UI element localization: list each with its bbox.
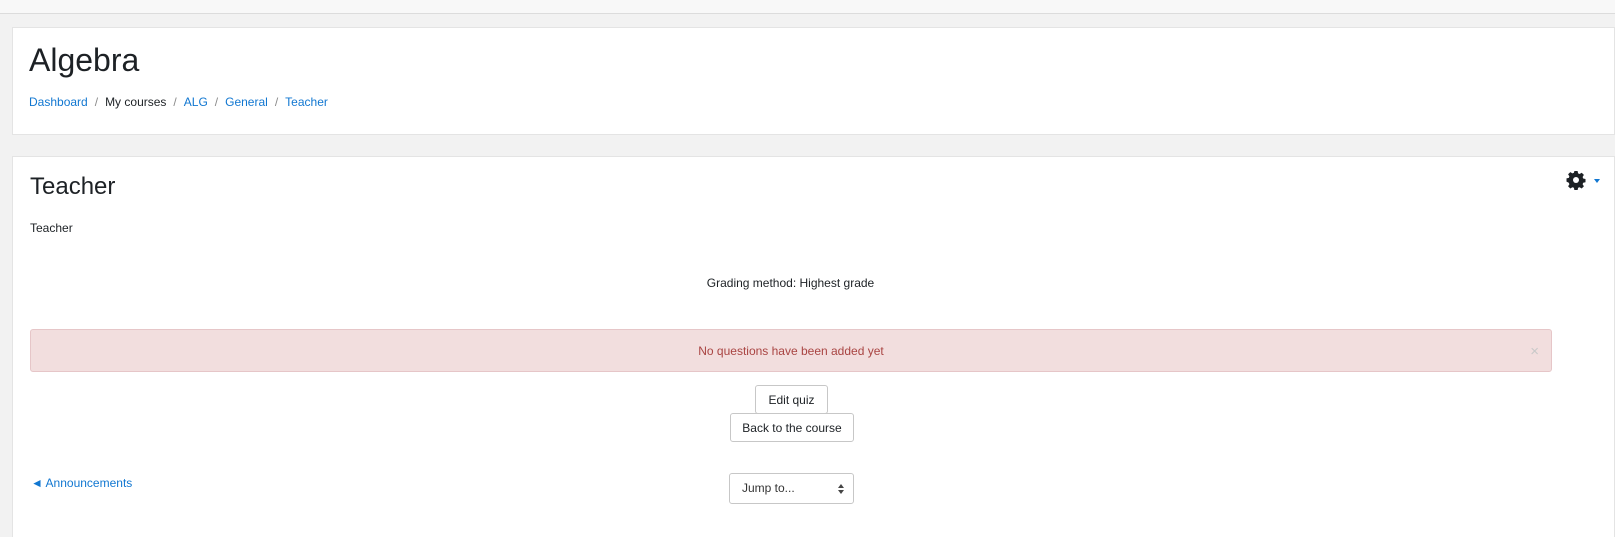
grading-method: Grading method: Highest grade — [706, 276, 875, 290]
edit-quiz-button[interactable]: Edit quiz — [755, 385, 828, 414]
breadcrumb-dashboard[interactable]: Dashboard — [29, 94, 88, 110]
back-to-course-button[interactable]: Back to the course — [730, 413, 854, 442]
jump-to-selected-value: Jump to... — [742, 481, 795, 495]
breadcrumb-alg[interactable]: ALG — [184, 94, 208, 110]
select-arrows-icon — [838, 484, 844, 494]
breadcrumb-separator: / — [274, 95, 279, 109]
breadcrumb-general[interactable]: General — [225, 94, 268, 110]
settings-menu-button[interactable] — [1566, 169, 1600, 191]
jump-to-select[interactable]: Jump to... — [729, 473, 854, 504]
breadcrumb-separator: / — [173, 95, 177, 109]
breadcrumb: Dashboard / My courses / ALG / General /… — [29, 94, 328, 110]
gear-icon — [1566, 170, 1586, 190]
breadcrumb-teacher[interactable]: Teacher — [285, 94, 328, 110]
topbar-partial-icon: ⌒⌒ — [1545, 0, 1573, 3]
chevron-down-icon — [1594, 178, 1600, 183]
breadcrumb-my-courses: My courses — [105, 95, 167, 109]
activity-intro: Teacher — [30, 221, 73, 235]
previous-activity-link[interactable]: ◄ Announcements — [31, 475, 132, 491]
activity-main: Teacher Teacher Grading method: Highest … — [12, 156, 1615, 537]
close-icon[interactable]: × — [1530, 330, 1539, 373]
top-navigation-bar: ⌒⌒ — [0, 0, 1615, 14]
breadcrumb-separator: / — [214, 95, 219, 109]
alert-message: No questions have been added yet — [698, 344, 884, 358]
error-alert: No questions have been added yet × — [30, 329, 1552, 372]
course-header: Algebra Dashboard / My courses / ALG / G… — [12, 27, 1615, 135]
breadcrumb-separator: / — [94, 95, 99, 109]
activity-title: Teacher — [30, 173, 116, 200]
course-title: Algebra — [29, 42, 140, 78]
